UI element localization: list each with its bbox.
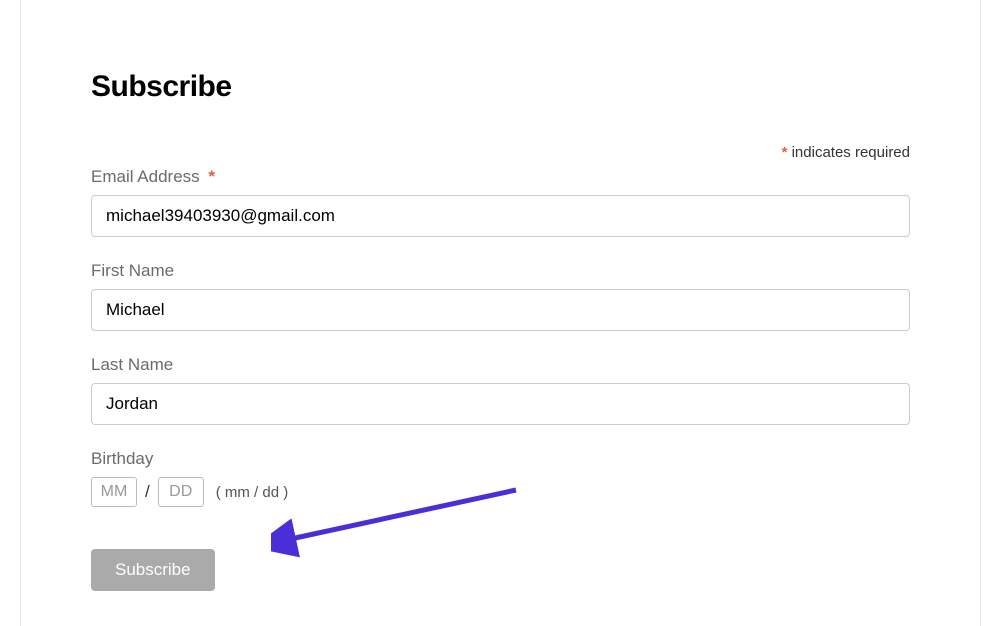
firstname-input[interactable]: [91, 289, 910, 331]
firstname-group: First Name: [91, 261, 910, 331]
birthday-month-input[interactable]: [91, 477, 137, 507]
email-label-text: Email Address: [91, 167, 204, 186]
page-title: Subscribe: [91, 70, 910, 104]
lastname-input[interactable]: [91, 383, 910, 425]
birthday-day-input[interactable]: [158, 477, 204, 507]
firstname-label: First Name: [91, 261, 910, 281]
email-group: Email Address *: [91, 167, 910, 237]
form-container: Subscribe * indicates required Email Add…: [20, 0, 981, 626]
required-indicator-note: * indicates required: [91, 144, 910, 161]
birthday-group: Birthday / ( mm / dd ): [91, 449, 910, 507]
lastname-group: Last Name: [91, 355, 910, 425]
asterisk-icon: *: [208, 167, 215, 186]
birthday-format-hint: ( mm / dd ): [216, 484, 289, 501]
date-separator: /: [145, 482, 150, 502]
email-input[interactable]: [91, 195, 910, 237]
birthday-label: Birthday: [91, 449, 910, 469]
subscribe-button[interactable]: Subscribe: [91, 549, 215, 591]
required-note-text: indicates required: [787, 144, 910, 161]
birthday-row: / ( mm / dd ): [91, 477, 910, 507]
lastname-label: Last Name: [91, 355, 910, 375]
email-label: Email Address *: [91, 167, 910, 187]
